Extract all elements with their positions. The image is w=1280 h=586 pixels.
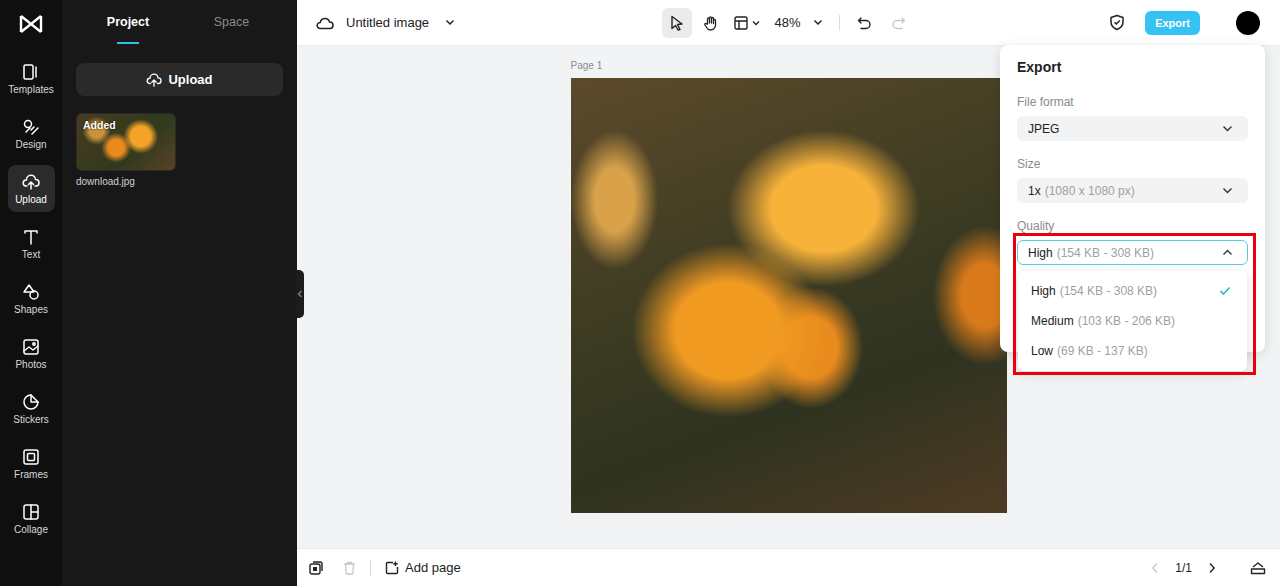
asset-thumbnail[interactable]: Added (76, 113, 176, 171)
quality-option[interactable]: Low(69 KB - 137 KB) (1018, 336, 1247, 366)
rail-label: Upload (15, 194, 47, 205)
editor-app: Templates Design Upload Text Shapes Photos Sti… (0, 0, 1280, 586)
upload-icon (22, 173, 40, 191)
rail-item[interactable]: Collage (8, 495, 55, 542)
shield-icon[interactable] (1109, 14, 1125, 31)
frames-icon (22, 448, 40, 466)
panel-tab[interactable]: Project (76, 0, 180, 46)
rail-label: Design (15, 139, 46, 150)
collapse-handle[interactable] (296, 270, 304, 318)
panel-tab[interactable]: Space (180, 0, 283, 46)
asset-item[interactable]: Added download.jpg (76, 113, 176, 187)
rail-item[interactable]: Templates (8, 55, 55, 102)
select-field[interactable]: JPEG (1017, 116, 1248, 141)
collage-icon (22, 503, 40, 521)
chevron-left-icon (297, 290, 303, 298)
asset-grid: Added download.jpg (76, 113, 283, 187)
rail-item[interactable]: Stickers (8, 385, 55, 432)
export-field: File format JPEG (1017, 95, 1248, 141)
cloud-icon[interactable] (316, 16, 334, 30)
quality-option[interactable]: High(154 KB - 308 KB) (1018, 276, 1247, 306)
chevron-down-icon[interactable] (445, 19, 455, 26)
add-page-button[interactable]: Add page (385, 560, 461, 575)
upload-button[interactable]: Upload (76, 63, 283, 96)
field-label: Quality (1017, 219, 1248, 233)
divider (370, 560, 371, 576)
rail-label: Stickers (13, 414, 49, 425)
top-bar: Untitled image 48% Export (297, 0, 1280, 46)
hand-icon (703, 15, 719, 31)
layout-icon (734, 16, 748, 30)
rail-label: Photos (15, 359, 46, 370)
export-panel: Export File format JPEG Size 1x(1080 x 1080 … (1000, 45, 1265, 352)
undo-icon (857, 16, 872, 30)
bottom-bar: Add page 1/1 (297, 548, 1280, 586)
page: Page 1 (571, 60, 1007, 548)
export-title: Export (1017, 59, 1248, 75)
asset-name: download.jpg (76, 176, 176, 187)
prev-page-icon[interactable] (1151, 562, 1159, 574)
rail-label: Text (22, 249, 40, 260)
rail-label: Templates (8, 84, 54, 95)
flower-photo[interactable] (571, 78, 1007, 513)
logo-icon[interactable] (18, 0, 44, 47)
tool-rail: Templates Design Upload Text Shapes Photos Sti… (0, 0, 62, 586)
chevron-down-icon (752, 20, 760, 26)
tool-button[interactable] (662, 8, 692, 38)
select-field[interactable]: 1x(1080 x 1080 px) (1017, 178, 1248, 203)
zoom-dropdown[interactable]: 48% (768, 15, 828, 30)
quality-option[interactable]: Medium(103 KB - 206 KB) (1018, 306, 1247, 336)
undo-button[interactable] (850, 8, 880, 38)
panel-tabs: ProjectSpace (76, 0, 283, 46)
add-page-icon (385, 561, 399, 575)
rail-item[interactable]: Text (8, 220, 55, 267)
check-icon (1219, 286, 1231, 296)
next-page-icon[interactable] (1208, 562, 1216, 574)
rail-label: Shapes (14, 304, 48, 315)
chevron-down-icon (1222, 125, 1233, 132)
export-field: Size 1x(1080 x 1080 px) (1017, 157, 1248, 203)
layout-button[interactable] (730, 8, 764, 38)
rail-item[interactable]: Shapes (8, 275, 55, 322)
tool-button[interactable] (696, 8, 726, 38)
select-field[interactable]: High(154 KB - 308 KB) (1017, 240, 1248, 265)
rail-label: Collage (14, 524, 48, 535)
rail-item[interactable]: Design (8, 110, 55, 157)
document-title[interactable]: Untitled image (346, 15, 429, 30)
trash-icon[interactable] (343, 561, 356, 575)
rail-item[interactable]: Frames (8, 440, 55, 487)
capcut-logo-icon (18, 13, 44, 35)
added-badge: Added (83, 119, 116, 131)
shapes-icon (22, 283, 40, 301)
field-label: File format (1017, 95, 1248, 109)
rail-item[interactable]: Photos (8, 330, 55, 377)
page-label: Page 1 (571, 60, 1007, 71)
editor-main: Untitled image 48% Export Page 1 Add page 1/1… (297, 0, 1280, 586)
redo-icon (891, 16, 906, 30)
rail-label: Frames (14, 469, 48, 480)
project-panel: ProjectSpace Upload Added download.jpg (62, 0, 297, 586)
templates-icon (22, 63, 40, 81)
chevron-down-icon (1222, 187, 1233, 194)
layers-icon[interactable] (1250, 561, 1266, 575)
export-field: QualityHigh(154 KB - 308 KB)High(154 KB … (1017, 219, 1248, 265)
cloud-upload-icon (146, 73, 162, 87)
avatar[interactable] (1236, 11, 1260, 35)
export-button[interactable]: Export (1145, 11, 1200, 35)
chevron-up-icon (1222, 249, 1233, 256)
quality-menu: High(154 KB - 308 KB)Medium(103 KB - 206… (1018, 271, 1247, 371)
pointer-icon (670, 15, 684, 31)
duplicate-page-icon[interactable] (309, 561, 323, 575)
rail-item[interactable]: Upload (8, 165, 55, 212)
field-label: Size (1017, 157, 1248, 171)
design-icon (22, 118, 40, 136)
chevron-down-icon (813, 19, 823, 26)
redo-button[interactable] (884, 8, 914, 38)
stickers-icon (22, 393, 40, 411)
page-count: 1/1 (1175, 561, 1192, 575)
photos-icon (22, 338, 40, 356)
divider (839, 15, 840, 31)
text-icon (22, 228, 40, 246)
